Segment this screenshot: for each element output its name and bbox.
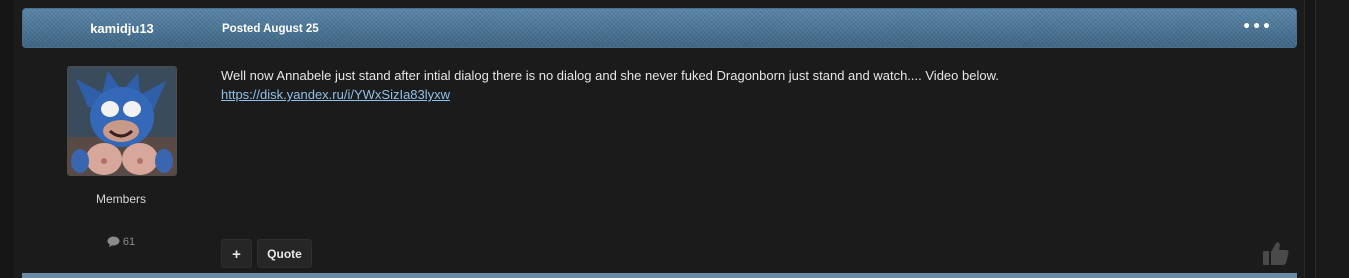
post-count: 61 <box>22 236 220 250</box>
avatar-image <box>68 67 176 175</box>
forum-post: kamidju13 Posted August 25 ••• Members 6… <box>14 0 1304 278</box>
member-group: Members <box>95 192 146 206</box>
post-body-text: Well now Annabele just stand after intia… <box>221 68 999 83</box>
author-name-link[interactable]: kamidju13 <box>23 9 221 49</box>
post-count-value: 61 <box>122 236 136 248</box>
post-header: kamidju13 Posted August 25 ••• <box>22 8 1297 48</box>
avatar[interactable] <box>67 66 177 176</box>
video-link[interactable]: https://disk.yandex.ru/i/YWxSizIa83lyxw <box>221 87 450 102</box>
multiquote-button[interactable]: + <box>221 239 252 268</box>
posted-date: Posted August 25 <box>222 23 319 35</box>
post-content: Well now Annabele just stand after intia… <box>221 66 1281 104</box>
more-options-button[interactable]: ••• <box>1242 9 1272 49</box>
author-column: Members 61 <box>22 56 220 276</box>
quote-button[interactable]: Quote <box>257 239 312 268</box>
right-edge <box>1315 0 1349 278</box>
ellipsis-icon: ••• <box>1242 19 1272 35</box>
comment-bubble-icon <box>107 236 120 250</box>
page: kamidju13 Posted August 25 ••• Members 6… <box>0 0 1349 278</box>
left-edge <box>0 0 15 278</box>
next-post-header-edge <box>22 273 1297 278</box>
thumbs-up-icon[interactable] <box>1262 240 1290 266</box>
